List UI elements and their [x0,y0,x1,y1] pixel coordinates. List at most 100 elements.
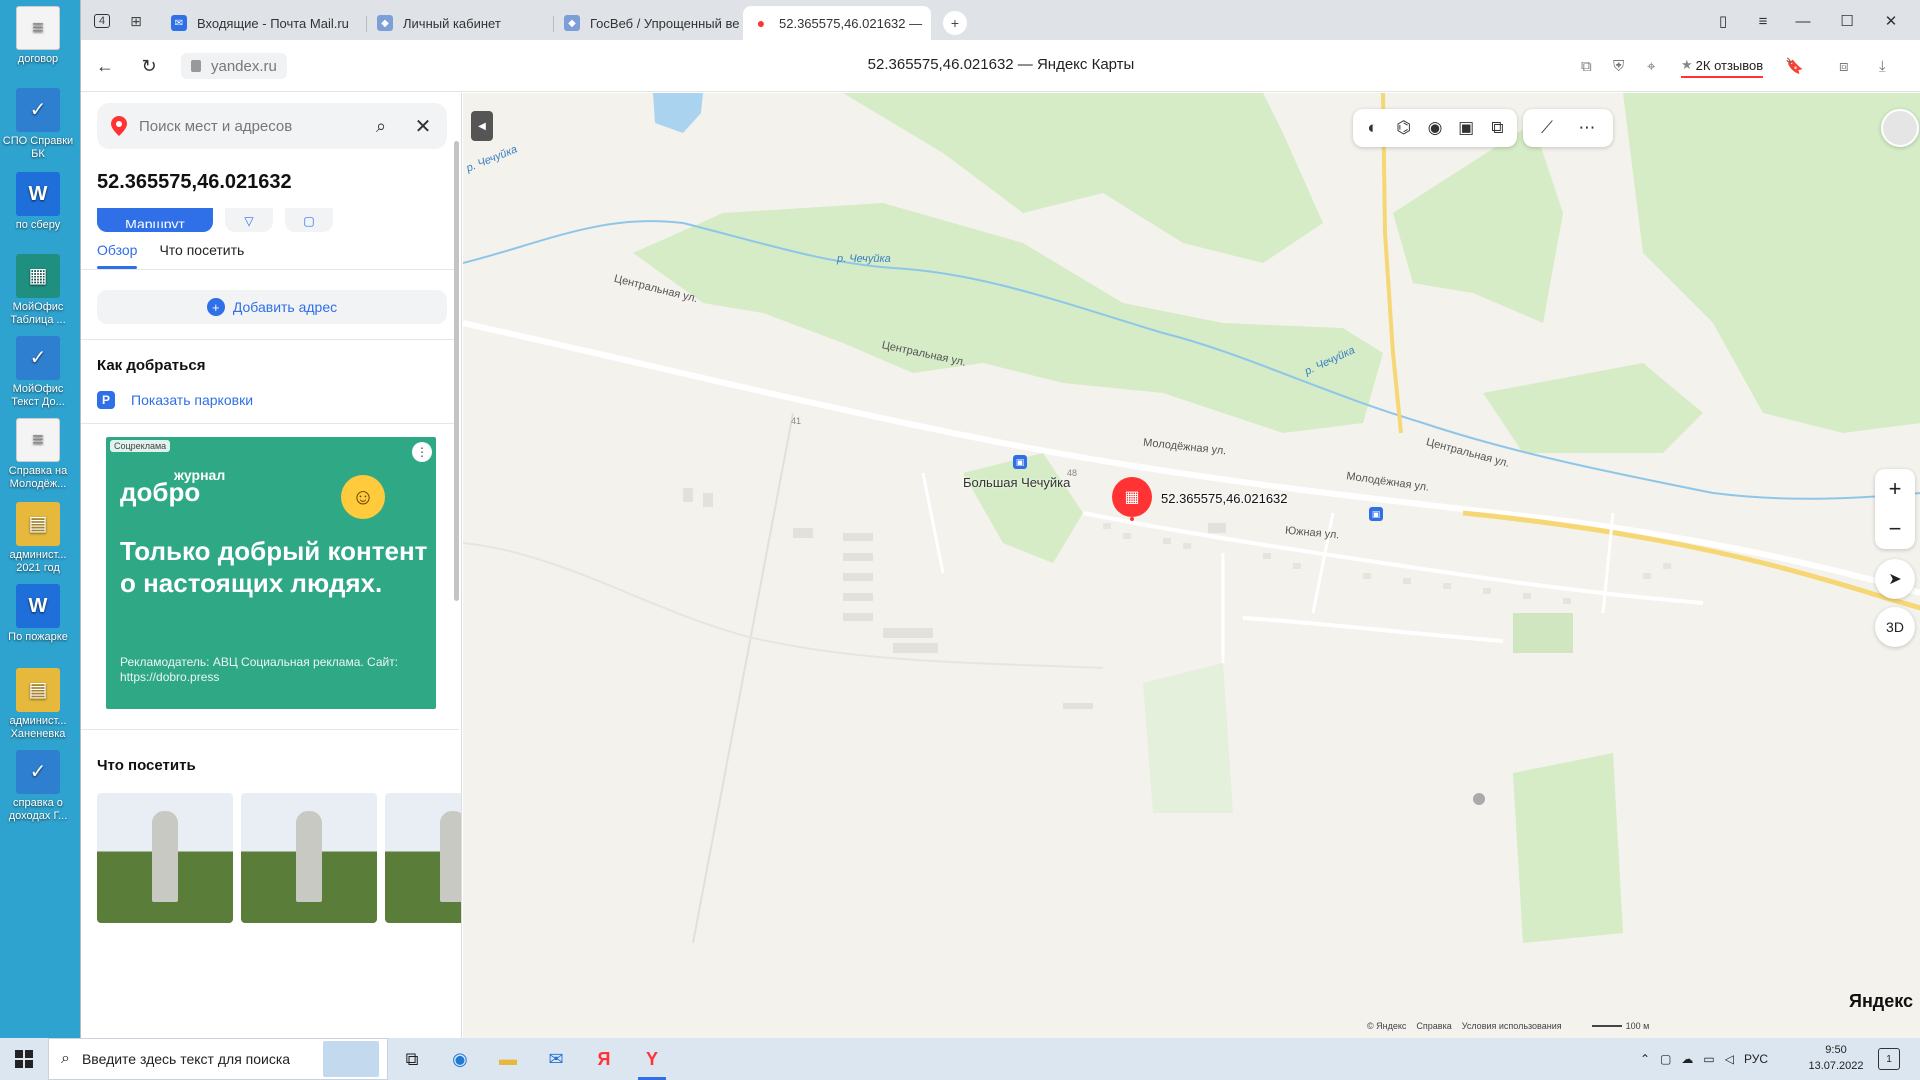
parking-label: Показать парковки [131,392,254,408]
bookmarks-panel-icon[interactable]: ▯ [1703,8,1743,34]
bus-stop-icon[interactable]: ▣ [1013,455,1027,469]
village-label[interactable]: Большая Чечуйка [963,475,1070,490]
desktop-icon[interactable]: ✓ справка о доходах Г... [2,750,74,823]
search-icon[interactable]: ⌕ [369,116,393,137]
3d-button[interactable]: 3D [1875,607,1915,647]
ad-banner[interactable]: Соцреклама ⋮ журнал добро ☺ Только добры… [106,437,436,709]
app-icon: ▦ [16,254,60,298]
place-title: 52.365575,46.021632 [97,171,292,193]
bus-stop-icon[interactable]: ▣ [1369,507,1383,521]
desktop-icon-label: договор [17,53,59,65]
more-icon[interactable]: ⋮ [412,442,432,462]
location-marker[interactable]: ▦ [1112,477,1152,517]
new-tab-button[interactable]: + [943,11,967,35]
yandex-icon[interactable]: Я [580,1038,628,1080]
minimize-button[interactable]: — [1783,8,1823,34]
desktop-icon[interactable]: ▤ админист... Ханеневка [2,668,74,741]
photo[interactable] [97,793,233,923]
task-view-icon[interactable]: ⧉ [388,1038,436,1080]
translate-icon[interactable]: ⧉ [1581,54,1592,78]
reviews-button[interactable]: ★ 2К отзывов [1681,54,1764,78]
start-button[interactable] [0,1038,48,1080]
avatar[interactable] [1881,109,1919,147]
scrollbar[interactable] [454,141,459,601]
show-parking-link[interactable]: P Показать парковки [97,391,253,409]
ad-logo: добро [120,477,201,507]
menu-icon[interactable]: ≡ [1743,8,1783,34]
protect-icon[interactable]: ⛨ [1613,54,1624,78]
windows-icon [15,1050,33,1068]
clock[interactable]: 9:50 13.07.2022 [1800,1042,1872,1074]
download-icon[interactable]: ⤓ [1879,54,1886,78]
share-icon: ▢ [303,214,315,228]
language-indicator[interactable]: РУС [1744,1052,1768,1066]
desktop-icons: ≡ договор ✓ СПО Справки БК Wпо сберу ▦ МойОфис… [0,0,80,1038]
yandex-browser-icon[interactable]: Y [628,1038,676,1080]
maximize-button[interactable]: ☐ [1827,8,1867,34]
edge-icon[interactable]: ◉ [436,1038,484,1080]
chevron-up-icon[interactable]: ⌃ [1640,1052,1650,1066]
tray-app-icon[interactable]: ▢ [1660,1052,1671,1066]
close-icon[interactable]: ✕ [411,114,435,139]
collections-icon[interactable]: ⧈ [1839,54,1849,78]
side-panel: Поиск мест и адресов ⌕ ✕ 52.365575,46.02… [81,93,462,1038]
building-icon: ▦ [1124,489,1140,506]
folder-icon: ▤ [16,668,60,712]
camera-icon[interactable]: ◉ [1419,109,1450,147]
help-link[interactable]: Справка [1416,1021,1451,1031]
tab-title: Входящие - Почта Mail.ru [197,15,349,31]
tab-gosweb[interactable]: ◆ ГосВеб / Упрощенный ве [554,6,739,40]
weather-widget[interactable] [323,1041,379,1077]
taskbar-search[interactable]: ⌕ Введите здесь текст для поиска [48,1038,388,1080]
route-button[interactable]: Маршрут [97,208,213,232]
traffic-icon[interactable]: ⧉ [1482,109,1513,147]
copyright[interactable]: © Яндекс [1367,1021,1406,1031]
close-window-button[interactable]: ✕ [1871,8,1911,34]
add-address-button[interactable]: + Добавить адрес [97,290,447,324]
ruler-icon[interactable]: ⟋ [1527,109,1567,147]
share-button[interactable]: ▢ [285,208,333,232]
desktop-icon[interactable]: Wпо сберу [2,172,74,232]
photo[interactable] [241,793,377,923]
photo[interactable] [385,793,461,923]
layers-icon[interactable]: ◐ [1357,109,1388,147]
tab-cabinet[interactable]: ◆ Личный кабинет [367,6,553,40]
tab-mail[interactable]: ✉ Входящие - Почта Mail.ru [161,6,366,40]
panorama-icon[interactable]: ⌬ [1388,109,1419,147]
volume-icon[interactable]: ◁ [1725,1052,1734,1066]
search-box[interactable]: Поиск мест и адресов ⌕ ✕ [97,103,447,149]
bus-icon[interactable]: ▣ [1451,109,1482,147]
cloud-icon[interactable]: ☁ [1681,1052,1693,1066]
taskbar-search-input[interactable]: Введите здесь текст для поиска [82,1051,323,1067]
bookmark-icon[interactable]: 🔖 [1785,54,1804,78]
tab-count-button[interactable]: 4 [87,8,117,34]
collapse-panel-button[interactable]: ◀ [471,111,493,141]
new-tab-group-icon[interactable]: ⊞ [121,8,151,34]
my-location-button[interactable]: ➤ [1875,559,1915,599]
map[interactable]: ◀ ◐ ⌬ ◉ ▣ ⧉ ⟋ ⋯ р. Чечуйка р. Чечуйка р.… [463,93,1920,1038]
notifications-button[interactable]: 1 [1878,1048,1900,1070]
location-icon[interactable]: ⌖ [1647,54,1655,78]
desktop-icon[interactable]: ≡ договор [2,6,74,66]
desktop-icon[interactable]: W По пожарке [2,584,74,644]
network-icon[interactable]: ▭ [1703,1052,1714,1066]
tab-overview[interactable]: Обзор [97,233,138,269]
bookmark-button[interactable]: ▽ [225,208,273,232]
search-input[interactable]: Поиск мест и адресов [139,118,369,135]
more-icon[interactable]: ⋯ [1567,109,1607,147]
desktop-icon[interactable]: ✓ МойОфис Текст До... [2,336,74,409]
desktop-icon[interactable]: ≡ Справка на Молодёж... [2,418,74,491]
mail-icon[interactable]: ✉ [532,1038,580,1080]
tab-what-to-visit[interactable]: Что посетить [159,233,244,267]
zoom-in-button[interactable]: + [1875,469,1915,509]
desktop-icon[interactable]: ▤ админист... 2021 год [2,502,74,575]
desktop-icon[interactable]: ✓ СПО Справки БК [2,88,74,161]
tab-title: Личный кабинет [403,15,501,31]
explorer-icon[interactable]: ▬ [484,1038,532,1080]
terms-link[interactable]: Условия использования [1462,1021,1562,1031]
tab-yandex-maps[interactable]: ● 52.365575,46.021632 — ✕ [743,6,931,40]
folder-icon: ▤ [16,502,60,546]
ad-headline: Только добрый контент о настоящих людях. [120,536,428,598]
zoom-out-button[interactable]: − [1875,509,1915,549]
desktop-icon[interactable]: ▦ МойОфис Таблица ... [2,254,74,327]
